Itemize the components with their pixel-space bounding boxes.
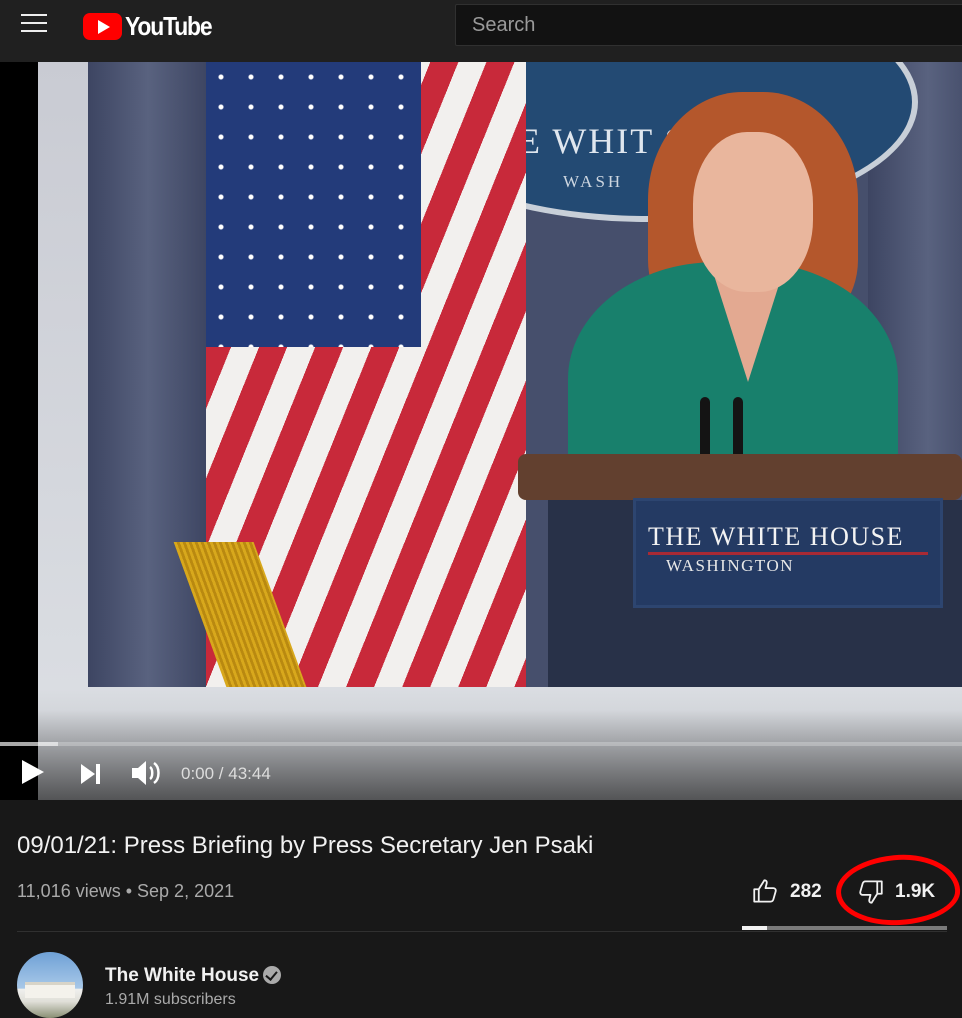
video-player[interactable]: THE WHIT SE WASH THE WHITE HOUSE WASHING…: [0, 62, 962, 800]
podium-text: THE WHITE HOUSE: [648, 522, 904, 551]
play-icon[interactable]: [22, 760, 44, 784]
podium-subtext: WASHINGTON: [666, 556, 795, 575]
search-input[interactable]: [455, 4, 962, 46]
like-ratio-fill: [742, 926, 767, 930]
channel-name[interactable]: The White House: [105, 965, 259, 987]
video-frame: THE WHIT SE WASH THE WHITE HOUSE WASHING…: [38, 62, 962, 800]
thumbs-up-icon: [753, 879, 777, 903]
speaker-face: [693, 132, 813, 292]
like-button[interactable]: 282: [752, 878, 822, 905]
volume-icon[interactable]: [130, 759, 162, 787]
like-ratio-bar: [742, 926, 947, 930]
video-scene: THE WHIT SE WASH THE WHITE HOUSE WASHING…: [88, 62, 962, 687]
seal-subtext: WASH: [563, 172, 624, 191]
video-title: 09/01/21: Press Briefing by Press Secret…: [17, 832, 594, 859]
like-count: 282: [790, 880, 822, 902]
progress-bar[interactable]: [0, 742, 962, 746]
podium-top: [518, 454, 962, 500]
menu-icon[interactable]: [21, 14, 47, 34]
progress-fill: [0, 742, 58, 746]
divider: [17, 931, 947, 932]
flag-canton: [206, 62, 421, 347]
avatar-house-image: [25, 982, 75, 998]
red-annotation-circle: [834, 851, 962, 929]
time-display: 0:00 / 43:44: [181, 764, 271, 783]
youtube-logo[interactable]: YouTube: [83, 11, 223, 42]
top-bar: YouTube: [0, 0, 962, 62]
youtube-logo-icon: [83, 13, 122, 40]
logo-text: YouTube: [125, 11, 213, 41]
channel-avatar[interactable]: [17, 952, 83, 1018]
verified-icon: [263, 966, 281, 984]
podium-divider: [648, 552, 928, 555]
view-count-date: 11,016 views • Sep 2, 2021: [17, 881, 235, 901]
wall-column: [88, 62, 208, 687]
subscriber-count: 1.91M subscribers: [105, 991, 236, 1008]
next-icon[interactable]: [81, 764, 103, 784]
